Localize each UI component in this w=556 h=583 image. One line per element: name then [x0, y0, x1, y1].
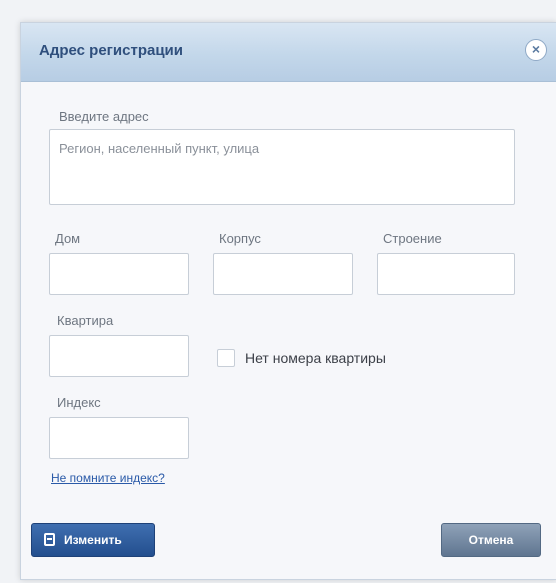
close-icon: × [531, 41, 541, 57]
structure-input[interactable] [377, 253, 515, 295]
edit-icon [44, 533, 55, 546]
building-label: Корпус [219, 231, 261, 246]
house-label: Дом [55, 231, 81, 246]
structure-label: Строение [383, 231, 442, 246]
no-apartment-label[interactable]: Нет номера квартиры [245, 350, 386, 366]
apartment-input[interactable] [49, 335, 189, 377]
dialog-title: Адрес регистрации [39, 42, 184, 59]
cancel-button[interactable]: Отмена [441, 523, 541, 557]
change-button-label: Изменить [64, 533, 122, 547]
building-input[interactable] [213, 253, 353, 295]
no-apartment-checkbox[interactable] [217, 349, 235, 367]
index-help-link[interactable]: Не помните индекс? [51, 471, 165, 485]
house-input[interactable] [49, 253, 189, 295]
index-input[interactable] [49, 417, 189, 459]
address-input[interactable]: Регион, населенный пункт, улица [49, 129, 515, 205]
change-button[interactable]: Изменить [31, 523, 155, 557]
address-label: Введите адрес [59, 109, 149, 124]
index-label: Индекс [57, 395, 101, 410]
apartment-label: Квартира [57, 313, 114, 328]
dialog-header: Адрес регистрации × [21, 23, 556, 82]
close-button[interactable]: × [525, 39, 547, 61]
address-dialog: Адрес регистрации × Введите адрес Регион… [20, 22, 556, 580]
